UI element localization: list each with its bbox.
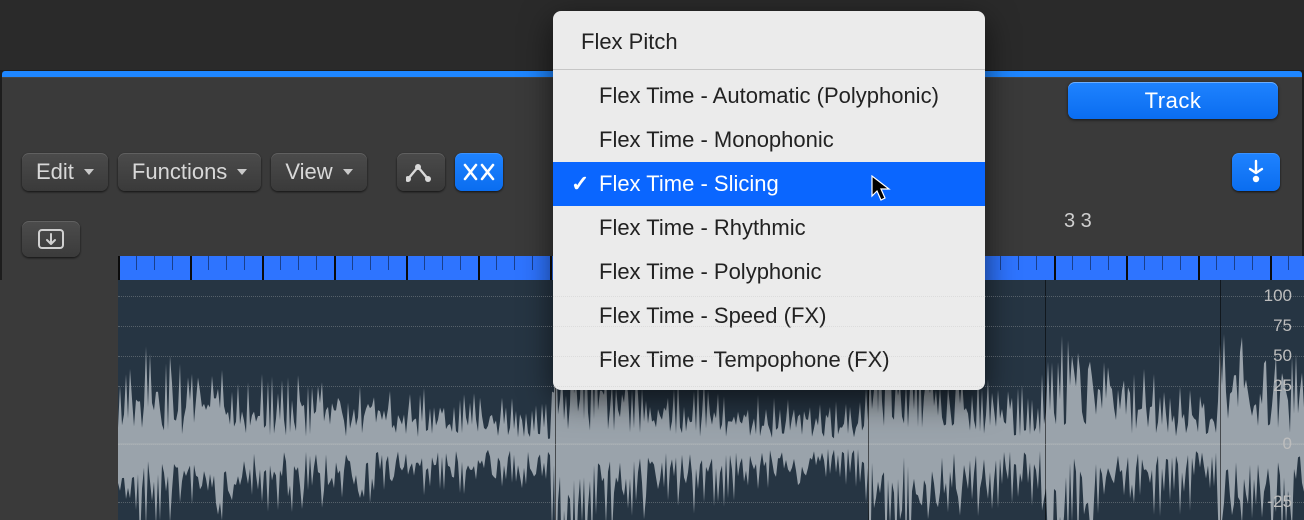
flex-menu-item[interactable]: Flex Time - Rhythmic [553,206,985,250]
edit-menu[interactable]: Edit [22,153,108,191]
gridline [118,356,1304,357]
flex-icon[interactable] [455,153,503,191]
flex-menu-item[interactable]: Flex Time - Speed (FX) [553,294,985,338]
transient-marker[interactable] [1045,280,1046,520]
ruler-bar-label: 3 3 [1064,210,1092,233]
info-panel-icon [37,228,65,250]
flex-menu-item-selected[interactable]: Flex Time - Slicing [553,162,985,206]
editor-toolbar-right [1232,150,1280,194]
editor-toolbar: Edit Functions View [22,150,503,194]
functions-menu[interactable]: Functions [118,153,261,191]
gridline [118,502,1304,503]
info-panel-toggle[interactable] [22,221,80,257]
transient-marker[interactable] [1220,280,1221,520]
view-menu[interactable]: View [271,153,366,191]
gridline [118,444,1304,445]
menu-separator [553,69,985,70]
catch-icon[interactable] [1232,153,1280,191]
flex-menu-item[interactable]: Flex Time - Automatic (Polyphonic) [553,74,985,118]
automation-icon[interactable] [397,153,445,191]
track-tab-button[interactable]: Track [1068,82,1278,119]
flex-mode-menu: Flex Pitch Flex Time - Automatic (Polyph… [553,11,985,390]
gridline [118,326,1304,327]
flex-menu-item[interactable]: Flex Time - Monophonic [553,118,985,162]
gridline [118,296,1304,297]
gridline [118,386,1304,387]
flex-menu-item[interactable]: Flex Time - Polyphonic [553,250,985,294]
amplitude-axis [0,280,118,520]
flex-menu-header[interactable]: Flex Pitch [553,19,985,65]
flex-menu-item[interactable]: Flex Time - Tempophone (FX) [553,338,985,382]
